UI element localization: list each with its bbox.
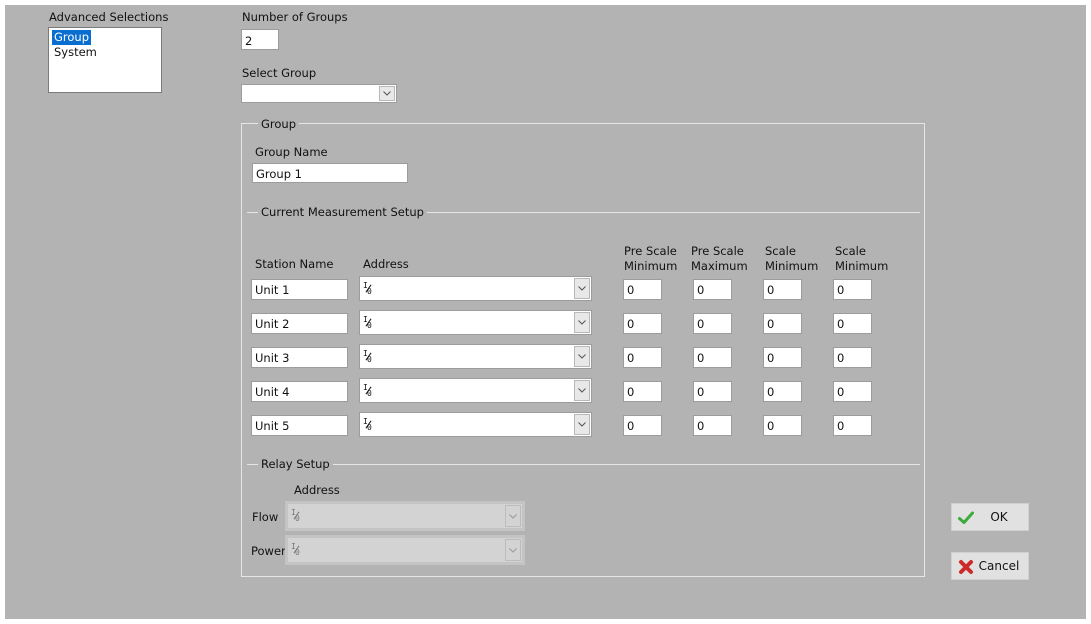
station-name-input[interactable]: Unit 4: [251, 381, 348, 402]
io-address-icon: I0: [291, 508, 300, 523]
ok-button[interactable]: OK: [951, 503, 1029, 531]
address-dropdown[interactable]: I0: [359, 378, 592, 403]
io-address-icon: I0: [363, 281, 372, 296]
pre-scale-maximum-input[interactable]: 0: [693, 381, 732, 402]
number-of-groups-input[interactable]: 2: [241, 29, 279, 50]
chevron-down-icon[interactable]: [574, 312, 590, 333]
pre-scale-minimum-header: Pre Scale Minimum: [624, 244, 678, 273]
relay-flow-label: Flow: [252, 510, 279, 524]
station-name-header: Station Name: [255, 257, 334, 271]
advanced-selections-label: Advanced Selections: [49, 10, 169, 24]
scale-minimum-input[interactable]: 0: [763, 381, 802, 402]
relay-power-address-dropdown[interactable]: I0: [285, 535, 525, 565]
pre-scale-minimum-input[interactable]: 0: [623, 313, 662, 334]
address-dropdown[interactable]: I0: [359, 412, 592, 437]
chevron-down-icon[interactable]: [574, 278, 590, 299]
list-item-system[interactable]: System: [52, 45, 99, 60]
chevron-down-icon[interactable]: [574, 346, 590, 367]
cancel-button[interactable]: Cancel: [951, 552, 1029, 580]
group-box-title: Group: [258, 117, 300, 131]
chevron-down-icon[interactable]: [505, 539, 521, 561]
scale-minimum-2-input[interactable]: 0: [833, 313, 872, 334]
group-name-input[interactable]: Group 1: [252, 163, 408, 183]
station-name-input[interactable]: Unit 3: [251, 347, 348, 368]
measurement-section-title: Current Measurement Setup: [258, 205, 427, 219]
scale-minimum-input[interactable]: 0: [763, 415, 802, 436]
scale-minimum-2-input[interactable]: 0: [833, 381, 872, 402]
relay-section-title: Relay Setup: [258, 457, 333, 471]
scale-minimum-input[interactable]: 0: [763, 347, 802, 368]
relay-address-header: Address: [294, 483, 340, 497]
pre-scale-minimum-input[interactable]: 0: [623, 381, 662, 402]
scale-minimum-header: Scale Minimum: [765, 244, 819, 273]
address-dropdown[interactable]: I0: [359, 276, 592, 301]
address-header: Address: [363, 257, 409, 271]
io-address-icon: I0: [363, 349, 372, 364]
relay-flow-address-dropdown[interactable]: I0: [285, 501, 525, 531]
scale-minimum-input[interactable]: 0: [763, 313, 802, 334]
pre-scale-maximum-header: Pre Scale Maximum: [691, 244, 748, 273]
scale-minimum-2-input[interactable]: 0: [833, 415, 872, 436]
chevron-down-icon[interactable]: [379, 86, 395, 101]
select-group-dropdown[interactable]: [241, 84, 397, 103]
io-address-icon: I0: [363, 417, 372, 432]
station-name-input[interactable]: Unit 2: [251, 313, 348, 334]
scale-minimum-2-header: Scale Minimum: [835, 244, 889, 273]
chevron-down-icon[interactable]: [574, 380, 590, 401]
scale-minimum-2-input[interactable]: 0: [833, 347, 872, 368]
chevron-down-icon[interactable]: [505, 505, 521, 527]
scale-minimum-2-input[interactable]: 0: [833, 279, 872, 300]
io-address-icon: I0: [291, 542, 300, 557]
list-item-group[interactable]: Group: [52, 30, 92, 45]
pre-scale-minimum-input[interactable]: 0: [623, 347, 662, 368]
relay-power-label: Power: [251, 544, 286, 558]
address-dropdown[interactable]: I0: [359, 310, 592, 335]
select-group-label: Select Group: [242, 66, 317, 80]
pre-scale-maximum-input[interactable]: 0: [693, 313, 732, 334]
station-name-input[interactable]: Unit 5: [251, 415, 348, 436]
pre-scale-maximum-input[interactable]: 0: [693, 347, 732, 368]
io-address-icon: I0: [363, 315, 372, 330]
io-address-icon: I0: [363, 383, 372, 398]
number-of-groups-label: Number of Groups: [242, 10, 348, 24]
pre-scale-maximum-input[interactable]: 0: [693, 415, 732, 436]
pre-scale-minimum-input[interactable]: 0: [623, 415, 662, 436]
station-name-input[interactable]: Unit 1: [251, 279, 348, 300]
scale-minimum-input[interactable]: 0: [763, 279, 802, 300]
group-name-label: Group Name: [255, 145, 328, 159]
address-dropdown[interactable]: I0: [359, 344, 592, 369]
chevron-down-icon[interactable]: [574, 414, 590, 435]
advanced-selections-list[interactable]: Group System: [48, 27, 162, 93]
pre-scale-maximum-input[interactable]: 0: [693, 279, 732, 300]
relay-separator: [247, 464, 920, 465]
pre-scale-minimum-input[interactable]: 0: [623, 279, 662, 300]
